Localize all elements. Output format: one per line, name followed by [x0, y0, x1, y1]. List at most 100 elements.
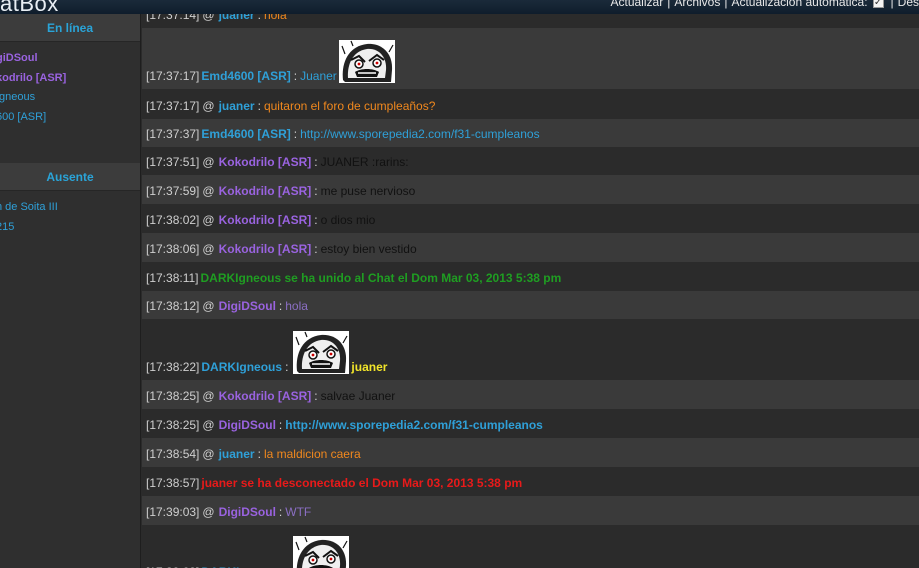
link-separator: | [890, 0, 894, 9]
app-title: atBox [0, 0, 59, 14]
sidebar-user[interactable]: n de Soita III [0, 198, 140, 218]
chat-message: [17:38:25] @ DigiDSoul: http://www.sporeped… [142, 409, 919, 438]
chat-message: [17:37:14] @ juaner: hola [142, 14, 919, 28]
system-notice: juaner se ha desconectado el Dom Mar 03,… [201, 476, 523, 490]
message-author[interactable]: Kokodrilo [ASR] [219, 389, 312, 403]
chat-message: [17:37:17] @ juaner: quitaron el foro de cu… [142, 89, 919, 119]
message-author[interactable]: Emd4600 [ASR] [201, 69, 290, 83]
chat-message: [17:37:17] Emd4600 [ASR]: Juaner [142, 28, 919, 89]
top-bar: atBox Actualizar | Archivos | Actualizac… [0, 0, 919, 14]
message-author[interactable]: Kokodrilo [ASR] [219, 213, 312, 227]
chat-message: [17:38:22] DARKIgneous: juaner [142, 319, 919, 380]
message-timestamp: [17:38:12] [146, 299, 200, 313]
message-author[interactable]: juaner [219, 99, 255, 113]
archives-link[interactable]: Archivos [674, 0, 720, 9]
moderator-marker: @ [202, 14, 215, 22]
message-author[interactable]: DARKIgneous [201, 360, 282, 374]
rage-face-image [338, 40, 395, 83]
moderator-marker: @ [202, 505, 215, 519]
chat-message: [17:38:12] @ DigiDSoul: hola [142, 291, 919, 319]
message-text: quitaron el foro de cumpleaños? [263, 99, 436, 113]
sidebar-user[interactable]: kodrilo [ASR] [0, 69, 140, 89]
sidebar-user[interactable]: Igneous [0, 88, 140, 108]
sidebar-user[interactable]: 215 [0, 218, 140, 238]
away-list: n de Soita III215 [0, 191, 140, 237]
sidebar-user[interactable]: giDSoul [0, 49, 140, 69]
author-separator: : [257, 14, 261, 22]
message-text: hola [263, 14, 287, 22]
message-author[interactable]: DigiDSoul [219, 418, 276, 432]
auto-refresh-checkbox[interactable]: ✓ [872, 0, 884, 8]
system-notice: DARKIgneous se ha unido al Chat el Dom M… [200, 271, 562, 285]
message-timestamp: [17:37:59] [146, 184, 200, 198]
message-author[interactable]: Kokodrilo [ASR] [219, 184, 312, 198]
online-list: giDSoulkodrilo [ASR]Igneous600 [ASR] [0, 42, 140, 127]
message-timestamp: [17:37:17] [146, 99, 200, 113]
chat-message: [17:38:54] @ juaner: la maldicion caera [142, 438, 919, 467]
user-sidebar: En línea giDSoulkodrilo [ASR]Igneous600 … [0, 14, 141, 568]
message-author[interactable]: Emd4600 [ASR] [201, 127, 290, 141]
link-separator: | [667, 0, 671, 9]
moderator-marker: @ [202, 99, 215, 113]
sidebar-user[interactable]: 600 [ASR] [0, 108, 140, 128]
message-timestamp: [17:38:57] [146, 476, 200, 490]
message-timestamp: [17:37:17] [146, 69, 200, 83]
message-author[interactable]: juaner [219, 14, 255, 22]
message-timestamp: [17:38:02] [146, 213, 200, 227]
chat-message: [17:37:51] @ Kokodrilo [ASR]: JUANER :rarin… [142, 147, 919, 175]
moderator-marker: @ [202, 242, 215, 256]
author-separator: : [314, 242, 318, 256]
chat-message: [17:39:03] @ DigiDSoul: WTF [142, 496, 919, 525]
rage-face-image [293, 536, 350, 568]
away-header: Ausente [0, 163, 140, 191]
message-text: JUANER :rarins: [320, 155, 409, 169]
message-timestamp: [17:38:22] [146, 360, 200, 374]
link-separator: | [724, 0, 728, 9]
message-link[interactable]: http://www.sporepedia2.com/f31-cumpleano… [300, 127, 539, 141]
message-timestamp: [17:37:37] [146, 127, 200, 141]
chat-message: [17:37:37] Emd4600 [ASR]: http://www.spore… [142, 119, 919, 147]
message-timestamp: [17:38:25] [146, 389, 200, 403]
message-timestamp: [17:38:06] [146, 242, 200, 256]
refresh-link[interactable]: Actualizar [611, 0, 664, 9]
message-author[interactable]: DigiDSoul [219, 505, 276, 519]
message-timestamp: [17:39:03] [146, 505, 200, 519]
online-header: En línea [0, 14, 140, 42]
moderator-marker: @ [202, 155, 215, 169]
message-text: estoy bien vestido [320, 242, 417, 256]
moderator-marker: @ [202, 447, 215, 461]
chat-message: [17:38:11] DARKIgneous se ha unido al Cha… [142, 262, 919, 291]
moderator-marker: @ [202, 213, 215, 227]
author-separator: : [293, 69, 298, 83]
message-author[interactable]: DigiDSoul [219, 299, 276, 313]
message-text: me puse nervioso [320, 184, 416, 198]
message-text: juaner [351, 360, 388, 374]
author-separator: : [314, 213, 318, 227]
top-links: Actualizar | Archivos | Actualización au… [611, 0, 919, 9]
rage-face-image [293, 331, 350, 374]
disconnect-link[interactable]: Des [898, 0, 919, 9]
chat-message: [17:38:57] juaner se ha desconectado el D… [142, 467, 919, 496]
chat-message: [17:38:02] @ Kokodrilo [ASR]: o dios mio [142, 204, 919, 233]
message-text: WTF [285, 505, 312, 519]
moderator-marker: @ [202, 184, 215, 198]
author-separator: : [314, 389, 318, 403]
chat-message: [17:39:09]DARKIgneous: [142, 525, 919, 568]
author-separator: : [285, 360, 289, 374]
message-timestamp: [17:38:11] [146, 271, 199, 285]
auto-refresh-label: Actualización automática: [731, 0, 868, 9]
author-separator: : [257, 99, 261, 113]
message-timestamp: [17:37:14] [146, 14, 200, 22]
chat-log[interactable]: [17:37:14] @ juaner: hola [17:37:17] Emd4600 … [142, 14, 919, 568]
author-separator: : [278, 299, 283, 313]
message-author[interactable]: Kokodrilo [ASR] [219, 155, 312, 169]
message-timestamp: [17:38:25] [146, 418, 200, 432]
message-text: salvae Juaner [320, 389, 396, 403]
message-author[interactable]: Kokodrilo [ASR] [219, 242, 312, 256]
chat-message: [17:37:59] @ Kokodrilo [ASR]: me puse nervi… [142, 175, 919, 204]
author-separator: : [278, 418, 283, 432]
message-link[interactable]: http://www.sporepedia2.com/f31-cumpleano… [285, 418, 543, 432]
author-separator: : [314, 155, 318, 169]
message-author[interactable]: juaner [219, 447, 255, 461]
author-separator: : [257, 447, 261, 461]
